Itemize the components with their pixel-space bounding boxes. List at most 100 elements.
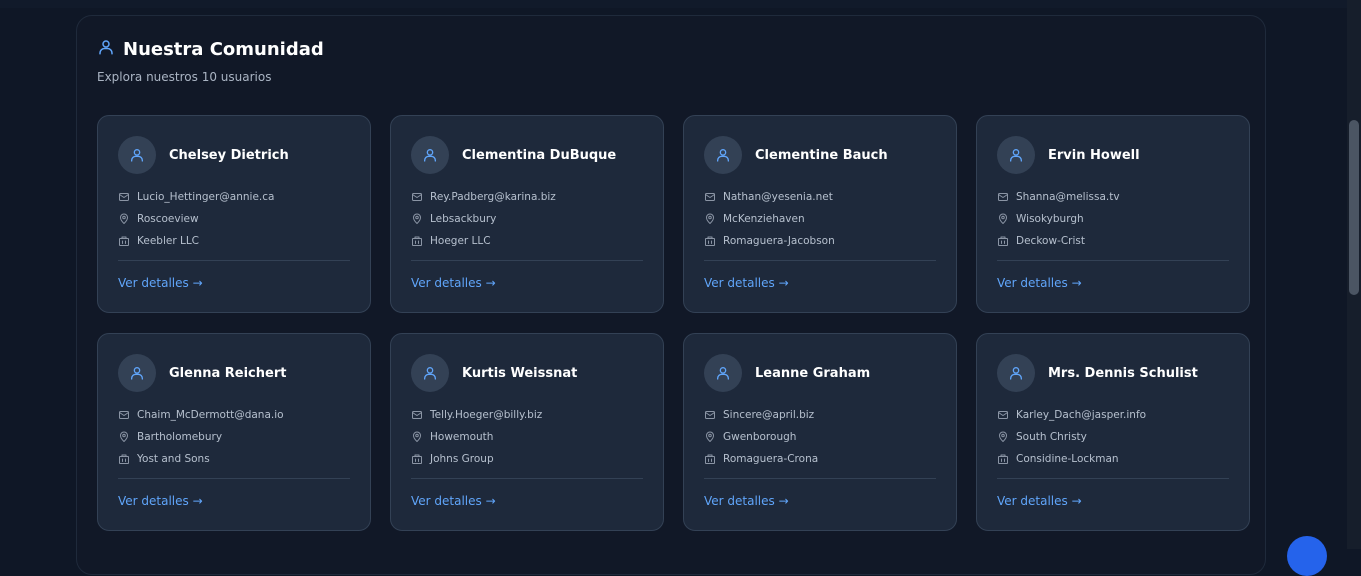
view-details-link[interactable]: Ver detalles → — [704, 276, 789, 290]
view-details-link[interactable]: Ver detalles → — [997, 276, 1082, 290]
email-row: Lucio_Hettinger@annie.ca — [118, 186, 350, 208]
building-icon — [998, 454, 1008, 464]
scrollbar-track[interactable] — [1347, 0, 1361, 549]
user-email: Shanna@melissa.tv — [1016, 191, 1120, 203]
top-bar — [0, 0, 1347, 8]
user-name: Leanne Graham — [755, 365, 871, 381]
email-row: Sincere@april.biz — [704, 404, 936, 426]
location-row: Lebsackbury — [411, 208, 643, 230]
card-divider — [997, 478, 1229, 479]
map-pin-icon — [413, 213, 421, 224]
avatar — [411, 136, 449, 174]
card-divider — [704, 478, 936, 479]
card-divider — [118, 478, 350, 479]
mail-icon — [705, 193, 715, 201]
building-icon — [412, 454, 422, 464]
user-name: Kurtis Weissnat — [462, 365, 578, 381]
mail-icon — [705, 411, 715, 419]
user-name: Clementina DuBuque — [462, 147, 617, 163]
card-divider — [118, 260, 350, 261]
location-row: McKenziehaven — [704, 208, 936, 230]
company-row: Yost and Sons — [118, 448, 350, 470]
user-card: Glenna Reichert Chaim_McDermott@dana.io … — [97, 333, 371, 531]
user-city: McKenziehaven — [723, 213, 805, 225]
avatar — [118, 136, 156, 174]
email-row: Shanna@melissa.tv — [997, 186, 1229, 208]
community-panel: Nuestra Comunidad Explora nuestros 10 us… — [76, 15, 1266, 575]
user-name: Chelsey Dietrich — [169, 147, 289, 163]
user-icon — [717, 149, 729, 162]
mail-icon — [412, 193, 422, 201]
company-row: Keebler LLC — [118, 230, 350, 252]
view-details-link[interactable]: Ver detalles → — [411, 276, 496, 290]
user-city: Wisokyburgh — [1016, 213, 1084, 225]
map-pin-icon — [413, 431, 421, 442]
user-email: Lucio_Hettinger@annie.ca — [137, 191, 275, 203]
user-icon — [131, 149, 143, 162]
view-details-link[interactable]: Ver detalles → — [704, 494, 789, 508]
location-row: Bartholomebury — [118, 426, 350, 448]
user-email: Karley_Dach@jasper.info — [1016, 409, 1147, 421]
mail-icon — [119, 411, 129, 419]
view-details-link[interactable]: Ver detalles → — [997, 494, 1082, 508]
card-divider — [411, 478, 643, 479]
view-details-link[interactable]: Ver detalles → — [118, 494, 203, 508]
email-row: Karley_Dach@jasper.info — [997, 404, 1229, 426]
location-row: Howemouth — [411, 426, 643, 448]
user-email: Telly.Hoeger@billy.biz — [430, 409, 543, 421]
user-company: Deckow-Crist — [1016, 235, 1085, 247]
avatar — [997, 136, 1035, 174]
user-icon — [424, 149, 436, 162]
user-email: Chaim_McDermott@dana.io — [137, 409, 284, 421]
card-divider — [411, 260, 643, 261]
user-card: Chelsey Dietrich Lucio_Hettinger@annie.c… — [97, 115, 371, 313]
user-city: Gwenborough — [723, 431, 797, 443]
mail-icon — [412, 411, 422, 419]
user-card: Mrs. Dennis Schulist Karley_Dach@jasper.… — [976, 333, 1250, 531]
email-row: Rey.Padberg@karina.biz — [411, 186, 643, 208]
user-company: Johns Group — [430, 453, 494, 465]
avatar — [411, 354, 449, 392]
user-company: Considine-Lockman — [1016, 453, 1119, 465]
email-row: Chaim_McDermott@dana.io — [118, 404, 350, 426]
user-card: Leanne Graham Sincere@april.biz Gwenboro… — [683, 333, 957, 531]
user-city: Roscoeview — [137, 213, 199, 225]
map-pin-icon — [706, 213, 714, 224]
user-company: Hoeger LLC — [430, 235, 491, 247]
user-icon — [1010, 367, 1022, 380]
user-city: South Christy — [1016, 431, 1087, 443]
user-icon — [1010, 149, 1022, 162]
avatar — [704, 136, 742, 174]
card-divider — [997, 260, 1229, 261]
location-row: Roscoeview — [118, 208, 350, 230]
company-row: Johns Group — [411, 448, 643, 470]
user-icon — [717, 367, 729, 380]
scrollbar-thumb[interactable] — [1349, 120, 1359, 295]
building-icon — [705, 236, 715, 246]
map-pin-icon — [706, 431, 714, 442]
location-row: South Christy — [997, 426, 1229, 448]
user-card: Clementina DuBuque Rey.Padberg@karina.bi… — [390, 115, 664, 313]
mail-icon — [998, 411, 1008, 419]
user-email: Nathan@yesenia.net — [723, 191, 833, 203]
map-pin-icon — [999, 431, 1007, 442]
user-name: Ervin Howell — [1048, 147, 1140, 163]
view-details-link[interactable]: Ver detalles → — [411, 494, 496, 508]
user-city: Bartholomebury — [137, 431, 223, 443]
user-card: Clementine Bauch Nathan@yesenia.net McKe… — [683, 115, 957, 313]
user-email: Sincere@april.biz — [723, 409, 815, 421]
avatar — [704, 354, 742, 392]
email-row: Telly.Hoeger@billy.biz — [411, 404, 643, 426]
user-icon — [131, 367, 143, 380]
user-icon — [424, 367, 436, 380]
user-card: Kurtis Weissnat Telly.Hoeger@billy.biz H… — [390, 333, 664, 531]
user-name: Mrs. Dennis Schulist — [1048, 365, 1198, 381]
floating-action-button[interactable] — [1287, 536, 1327, 576]
user-icon — [97, 38, 115, 60]
map-pin-icon — [999, 213, 1007, 224]
company-row: Romaguera-Crona — [704, 448, 936, 470]
building-icon — [705, 454, 715, 464]
user-company: Keebler LLC — [137, 235, 200, 247]
card-divider — [704, 260, 936, 261]
view-details-link[interactable]: Ver detalles → — [118, 276, 203, 290]
